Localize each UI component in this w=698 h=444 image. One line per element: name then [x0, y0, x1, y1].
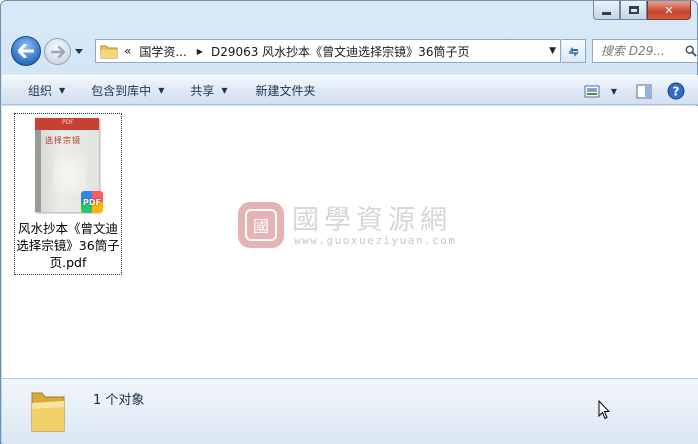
pdf-badge-label: PDF: [83, 197, 101, 207]
forward-button[interactable]: [44, 38, 71, 65]
address-bar[interactable]: « 国学资... ▶ D29063 风水抄本《曾文迪选择宗镜》36筒子页 ▼: [95, 39, 561, 63]
help-button[interactable]: ?: [662, 79, 690, 103]
search-icon[interactable]: [685, 44, 697, 58]
back-arrow-icon: [18, 44, 34, 58]
address-segment-parent[interactable]: 国学资...: [139, 43, 186, 60]
folder-icon: [31, 392, 65, 432]
search-box[interactable]: [592, 39, 698, 63]
chevron-down-icon: ▼: [610, 86, 618, 96]
thumbnail-texture: [53, 154, 87, 194]
watermark-seal-glyph: 國: [245, 209, 277, 241]
thumbnail-band-label: PDF: [62, 119, 74, 126]
watermark-url: www.guoxueziyuan.com: [294, 234, 457, 247]
address-segment-current[interactable]: D29063 风水抄本《曾文迪选择宗镜》36筒子页: [211, 43, 470, 60]
preview-pane-icon: [636, 84, 652, 98]
file-list-area[interactable]: 國 國學資源網 www.guoxueziyuan.com PDF 选择宗镜 PD…: [2, 106, 698, 378]
new-folder-button[interactable]: 新建文件夹: [246, 78, 326, 102]
pdf-file-icon: PDF: [81, 191, 103, 213]
details-pane: 1 个对象: [2, 378, 698, 444]
forward-arrow-icon: [50, 45, 65, 58]
caption-buttons: ✕: [593, 1, 691, 21]
refresh-icon: [568, 47, 579, 57]
view-controls: ▼ ?: [578, 79, 690, 103]
chevron-down-icon: ▼: [158, 85, 165, 95]
thumbnail-title: 选择宗镜: [45, 136, 81, 145]
address-dropdown-icon[interactable]: ▼: [549, 46, 556, 56]
address-separator-icon[interactable]: ▶: [197, 47, 203, 56]
new-folder-label: 新建文件夹: [255, 83, 316, 98]
navigation-bar: « 国学资... ▶ D29063 风水抄本《曾文迪选择宗镜》36筒子页 ▼: [9, 34, 698, 66]
file-name[interactable]: 风水抄本《曾文迪选择宗镜》36筒子页.pdf: [15, 220, 121, 271]
help-icon: ?: [667, 82, 685, 100]
thumbnail-spine: [35, 130, 41, 212]
search-input[interactable]: [601, 44, 685, 58]
command-bar: 组织 ▼ 包含到库中 ▼ 共享 ▼ 新建文件夹 ▼ ?: [2, 75, 698, 105]
close-button[interactable]: ✕: [647, 1, 691, 20]
chevron-down-icon: ▼: [221, 85, 228, 95]
minimize-icon: [602, 11, 611, 15]
mouse-cursor-icon: [598, 400, 610, 420]
watermark-seal-logo: 國: [238, 202, 284, 248]
maximize-icon: [628, 6, 639, 14]
view-options-dropdown[interactable]: ▼: [606, 79, 622, 103]
address-overflow-chevron[interactable]: «: [124, 44, 131, 58]
view-icon: [584, 85, 600, 97]
change-view-button[interactable]: [578, 79, 606, 103]
organize-label: 组织: [28, 83, 53, 98]
refresh-button[interactable]: [562, 39, 586, 63]
preview-pane-button[interactable]: [630, 79, 658, 103]
item-count: 1 个对象: [93, 393, 145, 408]
share-menu[interactable]: 共享 ▼: [180, 78, 237, 102]
watermark: 國 國學資源網 www.guoxueziyuan.com: [238, 198, 468, 258]
include-in-library-menu[interactable]: 包含到库中 ▼: [81, 78, 174, 102]
explorer-window: ✕ « 国学资... ▶ D29063 风水抄本《曾文迪选择宗镜》36筒子页 ▼…: [0, 0, 698, 444]
folder-icon: [100, 45, 118, 59]
svg-text:?: ?: [673, 85, 680, 99]
include-in-library-label: 包含到库中: [91, 83, 152, 98]
recent-pages-dropdown[interactable]: [74, 46, 84, 56]
organize-menu[interactable]: 组织 ▼: [18, 78, 75, 102]
watermark-title: 國學資源網: [292, 205, 452, 236]
share-label: 共享: [190, 83, 215, 98]
maximize-button[interactable]: [620, 1, 647, 20]
back-button[interactable]: [11, 36, 41, 66]
chevron-down-icon: [75, 48, 83, 54]
close-icon: ✕: [664, 3, 674, 17]
file-item[interactable]: PDF 选择宗镜 PDF 风水抄本《曾文迪选择宗镜》36筒子页.pdf: [14, 113, 122, 275]
minimize-button[interactable]: [593, 1, 620, 20]
chevron-down-icon: ▼: [59, 85, 66, 95]
